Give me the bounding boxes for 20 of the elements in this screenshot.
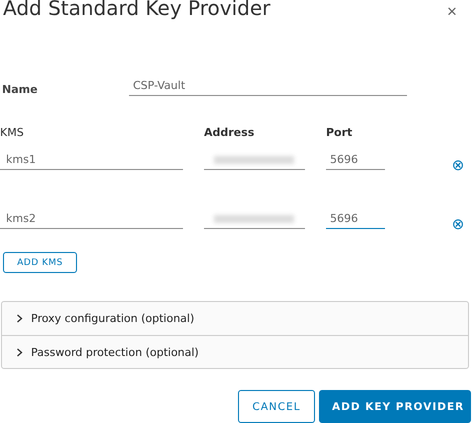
column-header: KMS [0, 126, 25, 139]
accordion-header[interactable]: Password protection (optional) [2, 335, 468, 368]
remove-button[interactable]: ⊗ [450, 157, 466, 173]
kms-field[interactable]: kms2 [0, 209, 183, 229]
port-field[interactable]: 5696 [326, 209, 385, 229]
remove-button[interactable]: ⊗ [450, 216, 466, 232]
name-field[interactable]: CSP-Vault [129, 76, 407, 96]
dialog-title: Add Standard Key Provider [3, 0, 270, 20]
column-header: Address [204, 126, 256, 139]
cancel-button[interactable]: CANCEL [238, 390, 315, 423]
add-key-provider-button[interactable]: ADD KEY PROVIDER [319, 390, 471, 423]
column-header: Port [326, 126, 354, 139]
accordion-header[interactable]: Proxy configuration (optional) [2, 302, 468, 335]
chevron-icon [16, 348, 23, 356]
kms-field[interactable]: kms1 [0, 150, 183, 170]
add-kms-button[interactable]: ADD KMS [3, 252, 77, 273]
port-field[interactable]: 5696 [326, 150, 385, 170]
chevron-icon [16, 314, 23, 323]
name-label: Name [2, 83, 39, 96]
close-button[interactable]: × [444, 2, 460, 22]
